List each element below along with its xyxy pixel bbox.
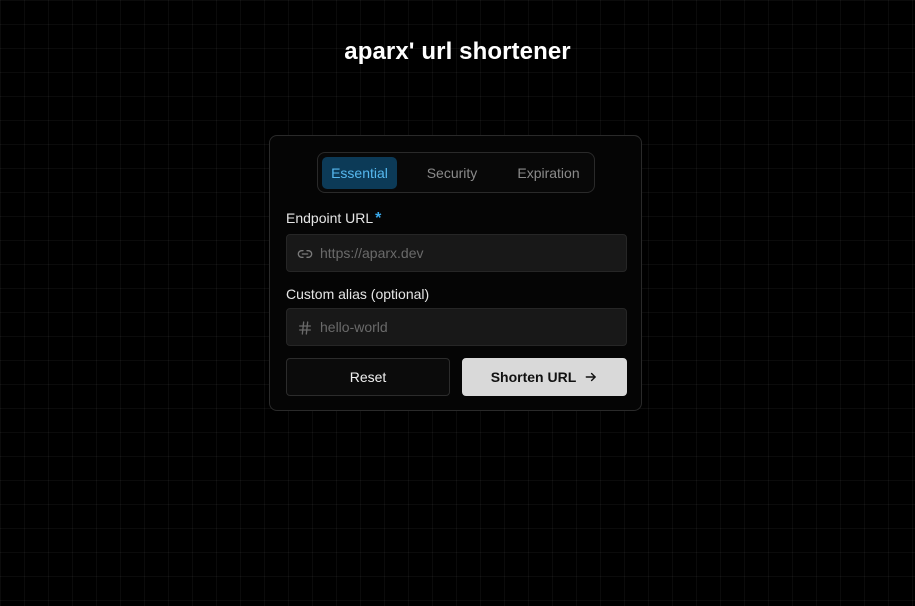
- link-icon: [297, 250, 313, 258]
- tab-security[interactable]: Security: [411, 157, 493, 189]
- page-title: aparx' url shortener: [344, 38, 571, 65]
- custom-alias-label: Custom alias (optional): [286, 286, 430, 302]
- hash-icon: [299, 321, 311, 335]
- endpoint-url-label-text: Endpoint URL: [286, 210, 374, 226]
- required-asterisk: *: [375, 210, 382, 227]
- custom-alias-input[interactable]: [320, 309, 620, 345]
- reset-button[interactable]: Reset: [286, 358, 450, 396]
- endpoint-url-field[interactable]: [286, 234, 627, 272]
- shorten-url-button[interactable]: Shorten URL: [462, 358, 627, 396]
- tab-essential[interactable]: Essential: [322, 157, 397, 189]
- endpoint-url-label: Endpoint URL *: [286, 210, 381, 228]
- shorten-url-label: Shorten URL: [490, 369, 577, 385]
- shortener-card: Essential Security Expiration Endpoint U…: [269, 135, 642, 411]
- arrow-right-icon: [585, 372, 597, 382]
- custom-alias-field[interactable]: [286, 308, 627, 346]
- endpoint-url-input[interactable]: [320, 235, 620, 271]
- tab-bar: Essential Security Expiration: [317, 152, 595, 193]
- tab-expiration[interactable]: Expiration: [506, 157, 591, 189]
